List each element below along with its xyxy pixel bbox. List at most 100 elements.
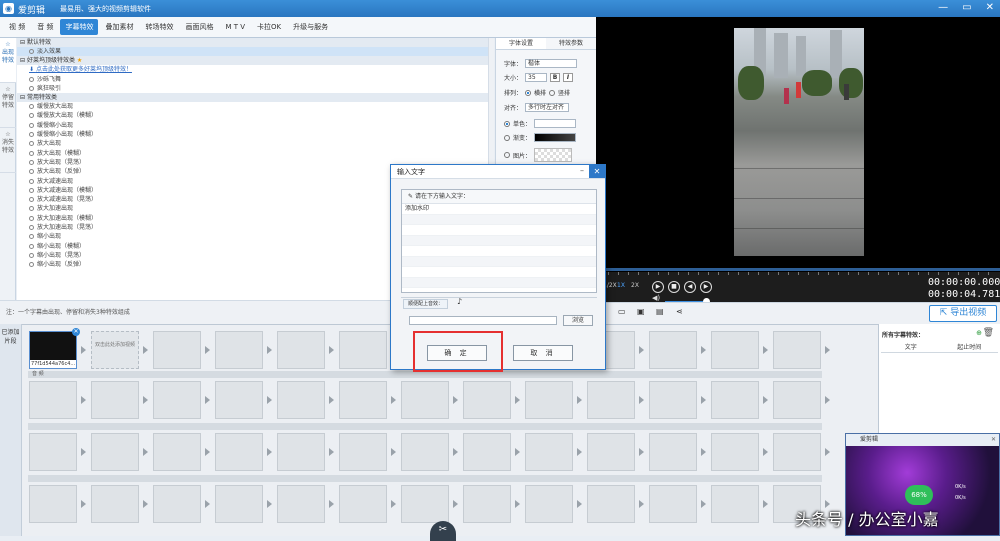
sidebar-item-disappear[interactable]: ☆ 消失特效 <box>0 128 16 173</box>
empty-clip-slot[interactable] <box>339 331 387 369</box>
video-clip-thumbnail[interactable]: ✕ 77f1d544a76c4... <box>29 328 80 369</box>
tab-karaoke[interactable]: 卡拉OK <box>252 19 286 35</box>
confirm-button[interactable]: 确 定 <box>427 345 487 361</box>
remove-clip-icon[interactable]: ✕ <box>72 328 80 336</box>
list-item[interactable]: 沙砾飞舞 <box>17 75 488 84</box>
tab-subtitle-effects[interactable]: 字幕特效 <box>60 19 99 35</box>
share-icon[interactable]: ⋖ <box>676 307 686 316</box>
sidebar-item-appear[interactable]: ☆ 出现特效 <box>0 38 16 83</box>
bold-button[interactable]: B <box>550 73 561 82</box>
empty-clip-slot[interactable] <box>153 485 201 523</box>
more-effects-link[interactable]: ⬇ 点击此处获取更多好莱坞顶级特效！ <box>17 65 488 74</box>
empty-clip-slot[interactable] <box>773 433 821 471</box>
tab-video[interactable]: 视 频 <box>4 19 30 35</box>
add-clip-slot[interactable]: 双击此处添加视频 <box>91 331 139 369</box>
empty-clip-slot[interactable] <box>587 381 635 419</box>
list-item[interactable]: 缓慢放大出现 <box>17 102 488 111</box>
empty-clip-slot[interactable] <box>649 331 697 369</box>
empty-clip-slot[interactable] <box>153 331 201 369</box>
close-button[interactable]: ✕ <box>986 2 994 13</box>
tab-mtv[interactable]: M T V <box>220 20 250 34</box>
close-icon[interactable]: ✕ <box>589 165 605 178</box>
empty-clip-slot[interactable] <box>91 433 139 471</box>
empty-clip-slot[interactable] <box>525 433 573 471</box>
empty-clip-slot[interactable] <box>773 331 821 369</box>
vertical-radio[interactable] <box>549 89 556 96</box>
save-as-icon[interactable]: ▤ <box>656 307 666 316</box>
empty-clip-slot[interactable] <box>215 485 263 523</box>
maximize-button[interactable]: ▭ <box>962 2 971 13</box>
list-item[interactable]: 淡入效果 <box>17 47 488 57</box>
music-path-input[interactable] <box>409 316 557 325</box>
group-header[interactable]: ⊟ 默认特效 <box>17 38 488 47</box>
empty-clip-slot[interactable] <box>91 381 139 419</box>
playback-progress[interactable] <box>596 268 1000 271</box>
empty-clip-slot[interactable] <box>153 433 201 471</box>
empty-clip-slot[interactable] <box>463 381 511 419</box>
browse-button[interactable]: 浏览 <box>563 315 593 326</box>
tab-overlay[interactable]: 叠加素材 <box>100 19 138 35</box>
font-size-input[interactable]: 35 <box>525 73 548 82</box>
group-header[interactable]: ⊟ 常用特效类 <box>17 93 488 103</box>
empty-clip-slot[interactable] <box>711 331 759 369</box>
group-header[interactable]: ⊟ 好莱坞顶级特效类 ★ <box>17 56 488 66</box>
empty-clip-slot[interactable] <box>215 331 263 369</box>
empty-clip-slot[interactable] <box>649 433 697 471</box>
empty-clip-slot[interactable] <box>711 381 759 419</box>
tab-transitions[interactable]: 转场特效 <box>140 19 178 35</box>
empty-clip-slot[interactable] <box>153 381 201 419</box>
empty-clip-slot[interactable] <box>29 485 77 523</box>
image-radio[interactable] <box>504 152 510 158</box>
list-item[interactable]: 缓慢缩小出现 <box>17 121 488 130</box>
sidebar-item-stay[interactable]: ☆ 停留特效 <box>0 83 16 128</box>
speed-2x[interactable]: 2X <box>631 282 639 289</box>
list-item[interactable]: 放大出现（模糊） <box>17 149 488 158</box>
empty-clip-slot[interactable] <box>587 433 635 471</box>
tab-styles[interactable]: 画面风格 <box>180 19 218 35</box>
empty-clip-slot[interactable] <box>215 433 263 471</box>
list-item[interactable]: 放大出现 <box>17 139 488 148</box>
empty-clip-slot[interactable] <box>91 485 139 523</box>
play-icon[interactable]: ▶ <box>652 281 664 293</box>
empty-clip-slot[interactable] <box>339 381 387 419</box>
save-icon[interactable]: ▣ <box>637 307 647 316</box>
empty-clip-slot[interactable] <box>587 485 635 523</box>
tab-upgrade[interactable]: 升级与服务 <box>288 19 333 35</box>
gradient-picker[interactable] <box>534 133 577 142</box>
cancel-button[interactable]: 取 消 <box>513 345 573 361</box>
tab-audio[interactable]: 音 频 <box>32 19 58 35</box>
minimize-button[interactable]: — <box>938 2 948 13</box>
scissors-icon[interactable]: ✂ <box>430 521 456 541</box>
text-line[interactable]: 添加水印 <box>402 204 596 215</box>
italic-button[interactable]: I <box>563 73 574 82</box>
list-item[interactable]: 疯狂吸引 <box>17 84 488 93</box>
empty-clip-slot[interactable] <box>401 381 449 419</box>
stop-icon[interactable]: ■ <box>668 281 680 293</box>
font-select[interactable]: 楷体 <box>525 59 578 68</box>
empty-clip-slot[interactable] <box>339 433 387 471</box>
single-color-radio[interactable] <box>504 120 510 127</box>
minimize-icon[interactable]: – <box>575 165 589 178</box>
single-color-picker[interactable] <box>534 119 577 128</box>
empty-clip-slot[interactable] <box>463 433 511 471</box>
list-item[interactable]: 缓慢放大出现（模糊） <box>17 111 488 120</box>
empty-clip-slot[interactable] <box>463 485 511 523</box>
empty-clip-slot[interactable] <box>215 381 263 419</box>
empty-clip-slot[interactable] <box>277 331 325 369</box>
empty-clip-slot[interactable] <box>277 381 325 419</box>
empty-clip-slot[interactable] <box>29 381 77 419</box>
volume-icon[interactable]: ◀) <box>652 294 660 302</box>
empty-clip-slot[interactable] <box>401 485 449 523</box>
empty-clip-slot[interactable] <box>277 433 325 471</box>
open-folder-icon[interactable]: ▭ <box>618 307 628 316</box>
tab-font-settings[interactable]: 字体设置 <box>496 38 546 49</box>
tab-effect-params[interactable]: 特效参数 <box>546 38 596 49</box>
empty-clip-slot[interactable] <box>711 433 759 471</box>
empty-clip-slot[interactable] <box>649 485 697 523</box>
empty-clip-slot[interactable] <box>29 433 77 471</box>
empty-clip-slot[interactable] <box>649 381 697 419</box>
add-icon[interactable]: ⊕ <box>976 329 982 337</box>
text-input-area[interactable]: ✎ 请在下方输入文字： 添加水印 <box>401 189 597 293</box>
empty-clip-slot[interactable] <box>525 485 573 523</box>
empty-clip-slot[interactable] <box>277 485 325 523</box>
